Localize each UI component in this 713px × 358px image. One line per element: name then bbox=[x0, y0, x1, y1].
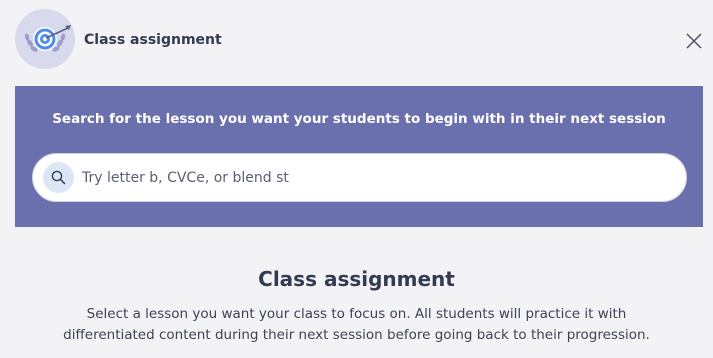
target-icon bbox=[15, 9, 75, 69]
modal-header: Class assignment bbox=[0, 0, 713, 80]
search-banner: Search for the lesson you want your stud… bbox=[15, 86, 703, 227]
section-title: Class assignment bbox=[258, 267, 455, 291]
modal-title: Class assignment bbox=[84, 32, 222, 48]
search-icon bbox=[43, 162, 74, 193]
section-description: Select a lesson you want your class to f… bbox=[0, 304, 713, 346]
section-description-line-2: differentiated content during their next… bbox=[63, 327, 650, 343]
lesson-search-box[interactable] bbox=[32, 153, 687, 202]
search-banner-heading: Search for the lesson you want your stud… bbox=[52, 111, 666, 127]
close-icon[interactable] bbox=[682, 29, 706, 53]
lesson-search-input[interactable] bbox=[82, 154, 672, 201]
section-description-line-1: Select a lesson you want your class to f… bbox=[86, 306, 627, 322]
